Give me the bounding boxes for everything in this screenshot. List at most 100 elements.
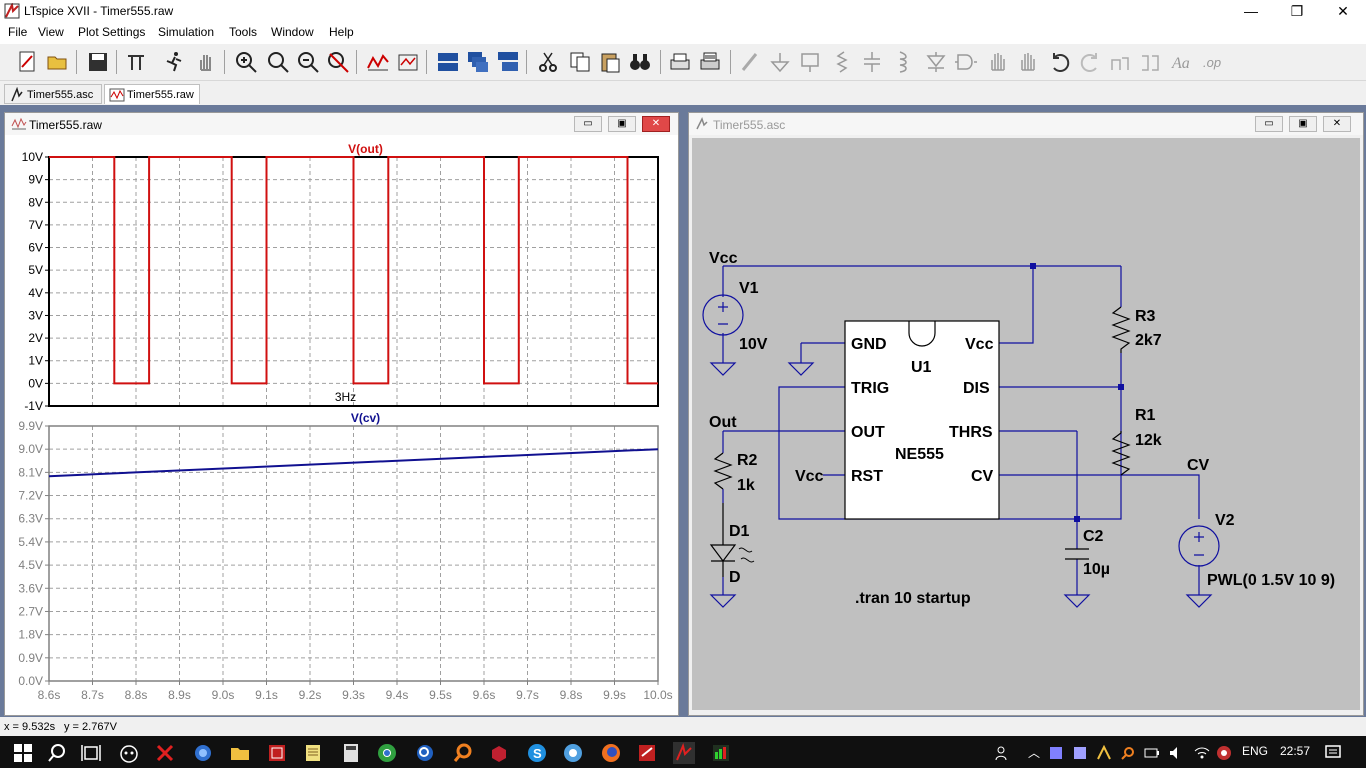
trace-title[interactable]: V(cv)	[351, 411, 380, 425]
zoom-fit-icon[interactable]	[266, 50, 290, 74]
search-app-icon[interactable]	[414, 742, 436, 764]
inductor-icon[interactable]	[890, 50, 914, 74]
pet-app-icon[interactable]	[118, 742, 140, 764]
wifi-icon[interactable]	[1194, 745, 1210, 761]
chevron-up-icon[interactable]: ︿	[1028, 744, 1040, 761]
spice-directive[interactable]: .tran 10 startup	[855, 590, 971, 607]
save-icon[interactable]	[86, 50, 110, 74]
diode-icon[interactable]	[924, 50, 948, 74]
print-preview-icon[interactable]	[668, 50, 692, 74]
rotate-icon[interactable]	[1108, 50, 1132, 74]
menu-help[interactable]: Help	[329, 25, 354, 39]
print-icon[interactable]	[698, 50, 722, 74]
vpn-app-icon[interactable]	[562, 742, 584, 764]
zoom-cancel-icon[interactable]	[326, 50, 350, 74]
menu-view[interactable]: View	[38, 25, 64, 39]
firefox-icon[interactable]	[600, 742, 622, 764]
move-hand-icon[interactable]	[986, 50, 1010, 74]
y-tick-label: 10V	[22, 150, 43, 164]
battery-icon[interactable]	[1144, 745, 1160, 761]
clock[interactable]: 22:57	[1280, 744, 1310, 758]
schematic-background	[692, 138, 1360, 710]
red-app-icon[interactable]	[266, 742, 288, 764]
tray-app-icon[interactable]	[1048, 745, 1064, 761]
waveform-plot[interactable]: 10V 9V 8V 7V 6V 5V 4V 3V 2V 1V 0V -1V V(out) 3Hz 9.9V 9…	[5, 135, 678, 715]
search-icon[interactable]	[46, 742, 68, 764]
cascade-icon[interactable]	[466, 50, 490, 74]
notepad-icon[interactable]	[302, 742, 324, 764]
run-icon[interactable]	[162, 50, 186, 74]
red-tool-icon[interactable]	[636, 742, 658, 764]
box-app-icon[interactable]	[488, 742, 510, 764]
child-restore-button[interactable]: ▣	[1289, 116, 1317, 132]
tray-app-icon-2[interactable]	[1072, 745, 1088, 761]
cut-icon[interactable]	[536, 50, 560, 74]
tile-horizontal-icon[interactable]	[436, 50, 460, 74]
label-cv: CV	[1187, 457, 1210, 474]
menu-window[interactable]: Window	[271, 25, 314, 39]
draw-wire-icon[interactable]	[738, 50, 762, 74]
ltspice-taskbar-icon[interactable]	[673, 742, 695, 764]
undo-icon[interactable]	[1048, 50, 1072, 74]
x-app-icon[interactable]	[154, 742, 176, 764]
tab-schematic[interactable]: Timer555.asc	[4, 84, 102, 104]
resistor-icon[interactable]	[830, 50, 854, 74]
spice-directive-icon[interactable]: .op	[1202, 50, 1226, 74]
close-button[interactable]: ✕	[1320, 0, 1366, 22]
paste-icon[interactable]	[598, 50, 622, 74]
menu-simulation[interactable]: Simulation	[158, 25, 214, 39]
redo-icon[interactable]	[1078, 50, 1102, 74]
volume-icon[interactable]	[1168, 745, 1184, 761]
capacitor-icon[interactable]	[860, 50, 884, 74]
menu-plot-settings[interactable]: Plot Settings	[78, 25, 145, 39]
globe-app-icon[interactable]	[192, 742, 214, 764]
component-icon[interactable]	[954, 50, 978, 74]
tab-waveform[interactable]: Timer555.raw	[104, 84, 200, 104]
meter-app-icon[interactable]	[710, 742, 732, 764]
orange-search-icon[interactable]	[452, 742, 474, 764]
trace-title[interactable]: V(out)	[348, 142, 383, 156]
copy-icon[interactable]	[568, 50, 592, 74]
pin-gnd: GND	[851, 336, 887, 353]
child-close-button[interactable]: ✕	[1323, 116, 1351, 132]
child-close-button[interactable]: ✕	[642, 116, 670, 132]
child-minimize-button[interactable]: ▭	[574, 116, 602, 132]
calculator-icon[interactable]	[340, 742, 362, 764]
restore-button[interactable]: ❐	[1274, 0, 1320, 22]
label-net-icon[interactable]	[798, 50, 822, 74]
task-view-icon[interactable]	[80, 742, 102, 764]
chrome-icon[interactable]	[376, 742, 398, 764]
language-indicator[interactable]: ENG	[1242, 744, 1268, 758]
autorange-icon[interactable]	[366, 50, 390, 74]
chrome-tray-icon[interactable]	[1216, 745, 1232, 761]
text-icon[interactable]: Aa	[1170, 50, 1194, 74]
mirror-icon[interactable]	[1138, 50, 1162, 74]
people-icon[interactable]	[994, 744, 1012, 762]
skype-icon[interactable]: S	[526, 742, 548, 764]
ground-icon[interactable]	[768, 50, 792, 74]
tray-app-icon-3[interactable]	[1096, 745, 1112, 761]
waveform-window-titlebar: Timer555.raw ▭ ▣ ✕	[5, 113, 678, 135]
tray-search-icon[interactable]	[1120, 745, 1136, 761]
open-folder-icon[interactable]	[46, 50, 70, 74]
minimize-button[interactable]: —	[1228, 0, 1274, 22]
tile-vertical-icon[interactable]	[496, 50, 520, 74]
menu-file[interactable]: File	[8, 25, 27, 39]
zoom-out-icon[interactable]	[296, 50, 320, 74]
child-minimize-button[interactable]: ▭	[1255, 116, 1283, 132]
halt-hand-icon[interactable]	[194, 50, 218, 74]
drag-hand-icon[interactable]	[1016, 50, 1040, 74]
schematic-canvas[interactable]: Vcc V1 10V R3 2k7 R1 12k Out R2 1k D1 D …	[689, 135, 1363, 715]
windows-start-icon[interactable]	[12, 742, 34, 764]
menu-tools[interactable]: Tools	[229, 25, 257, 39]
notifications-icon[interactable]	[1324, 744, 1342, 762]
y-tick-label: 6V	[28, 241, 43, 255]
label-r1-value: 12k	[1135, 432, 1162, 449]
new-schematic-icon[interactable]	[16, 50, 40, 74]
add-trace-icon[interactable]	[396, 50, 420, 74]
control-panel-icon[interactable]	[124, 50, 148, 74]
file-explorer-icon[interactable]	[229, 742, 251, 764]
child-restore-button[interactable]: ▣	[608, 116, 636, 132]
zoom-in-icon[interactable]	[234, 50, 258, 74]
find-binoculars-icon[interactable]	[628, 50, 652, 74]
